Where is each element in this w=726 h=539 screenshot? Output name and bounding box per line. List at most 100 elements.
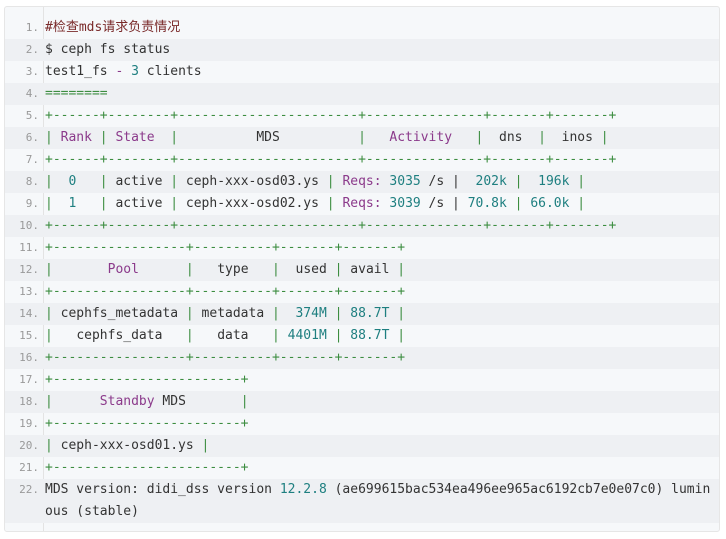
line-number: 12. [19, 263, 39, 276]
code-token: | [76, 174, 116, 189]
code-token: 3 [131, 64, 139, 79]
code-line: 9. | 1 | active | ceph-xxx-osd02.ys | Req… [5, 193, 719, 215]
code-token: +------+--------+-----------------------… [45, 218, 617, 233]
code-token: data [217, 328, 249, 343]
code-token: +-----------------+----------+-------+--… [45, 284, 406, 299]
code-token: dns [499, 130, 523, 145]
code-token: | [264, 306, 296, 321]
code-token: | [45, 130, 61, 145]
code-token: MDS version: didi_dss version [45, 482, 280, 497]
code-line: 8. | 0 | active | ceph-xxx-osd03.ys | Req… [5, 171, 719, 193]
code-text: | 1 | active | ceph-xxx-osd02.ys | Reqs:… [45, 193, 585, 215]
code-token: | [452, 130, 499, 145]
code-token: 88.7T [350, 306, 390, 321]
code-text: MDS version: didi_dss version 12.2.8 (ae… [45, 479, 713, 523]
code-token: 66.0k [530, 196, 570, 211]
code-token: | [45, 394, 100, 409]
code-token: | [45, 306, 61, 321]
code-token: Reqs: [342, 174, 382, 189]
code-token: | [178, 306, 202, 321]
line-number: 6. [25, 131, 39, 144]
line-number: 9. [25, 197, 39, 210]
code-token: ceph-xxx-osd02.ys [185, 196, 319, 211]
line-number: 3. [25, 65, 39, 78]
code-token: 3039 [389, 196, 421, 211]
code-token: clients [138, 64, 202, 79]
code-token: +------+--------+-----------------------… [45, 108, 617, 123]
code-token: avail [350, 262, 390, 277]
code-token: | [326, 262, 351, 277]
code-text: +------+--------+-----------------------… [45, 215, 616, 237]
code-token: | [45, 262, 108, 277]
code-token: | [569, 196, 586, 211]
line-number: 2. [25, 43, 39, 56]
code-token: | [326, 328, 351, 343]
code-token: | [506, 196, 531, 211]
code-text: +-----------------+----------+-------+--… [45, 281, 405, 303]
code-text: +------+--------+-----------------------… [45, 149, 616, 171]
code-token: /s | [420, 196, 468, 211]
code-text: ======== [45, 83, 108, 105]
code-line: 18. | Standby MDS | [5, 391, 719, 413]
code-line: 10. +------+--------+--------------------… [5, 215, 719, 237]
line-number: 11. [19, 241, 39, 254]
line-number: 16. [19, 351, 39, 364]
code-token: | [76, 196, 116, 211]
code-token: 3035 [389, 174, 421, 189]
line-number: 22. [19, 483, 39, 496]
line-number: 13. [19, 285, 39, 298]
code-token: | [193, 438, 210, 453]
code-text: +-----------------+----------+-------+--… [45, 347, 405, 369]
code-token: | [592, 130, 609, 145]
code-text: +-----------------+----------+-------+--… [45, 237, 405, 259]
code-token: +------------------------+ [45, 372, 249, 387]
code-token: | [326, 306, 351, 321]
code-line: 22. MDS version: didi_dss version 12.2.8 … [5, 479, 719, 523]
line-number: 18. [19, 395, 39, 408]
line-number: 21. [19, 461, 39, 474]
line-number: 14. [19, 307, 39, 320]
code-text: +------------------------+ [45, 413, 249, 435]
code-token: ceph-xxx-osd03.ys [185, 174, 319, 189]
code-line: 6. | Rank | State | MDS | Activity | dns … [5, 127, 719, 149]
code-token: cephfs_data [76, 328, 163, 343]
code-token: active [115, 174, 163, 189]
code-token: Pool [107, 262, 139, 277]
code-token: State [115, 130, 155, 145]
code-token: | [91, 130, 116, 145]
code-block: 1. #检查mds请求负责情况 2. $ ceph fs status 3. test1_… [4, 6, 720, 532]
code-token: 196k [538, 174, 570, 189]
code-token: | [162, 174, 186, 189]
code-token: | [162, 328, 218, 343]
code-token: #检查mds请求负责情况 [45, 20, 181, 35]
line-number: 4. [25, 87, 39, 100]
code-line: 14. | cephfs_metadata | metadata | 374M |… [5, 303, 719, 325]
code-token: | [45, 196, 69, 211]
code-text: | Rank | State | MDS | Activity | dns | … [45, 127, 609, 149]
code-text: | Standby MDS | [45, 391, 249, 413]
code-token: | [389, 328, 406, 343]
code-token: | [138, 262, 218, 277]
code-line: 1. #检查mds请求负责情况 [5, 17, 719, 39]
code-text: +------+--------+-----------------------… [45, 105, 616, 127]
code-token: | [318, 196, 343, 211]
code-token: test1_fs [45, 64, 116, 79]
code-token: +------+--------+-----------------------… [45, 152, 617, 167]
code-token: metadata [201, 306, 265, 321]
code-token: | [389, 306, 406, 321]
line-number: 15. [19, 329, 39, 342]
code-text: | 0 | active | ceph-xxx-osd03.ys | Reqs:… [45, 171, 585, 193]
code-token: 88.7T [350, 328, 390, 343]
code-token: Rank [60, 130, 92, 145]
line-number: 19. [19, 417, 39, 430]
code-token: 202k [475, 174, 507, 189]
line-number: 7. [25, 153, 39, 166]
code-line: 16. +-----------------+----------+-------… [5, 347, 719, 369]
code-token: +------------------------+ [45, 416, 249, 431]
code-text: | ceph-xxx-osd01.ys | [45, 435, 209, 457]
code-token: | [569, 174, 586, 189]
code-line: 13. +-----------------+----------+-------… [5, 281, 719, 303]
code-token: /s | [420, 174, 476, 189]
line-number: 8. [25, 175, 39, 188]
